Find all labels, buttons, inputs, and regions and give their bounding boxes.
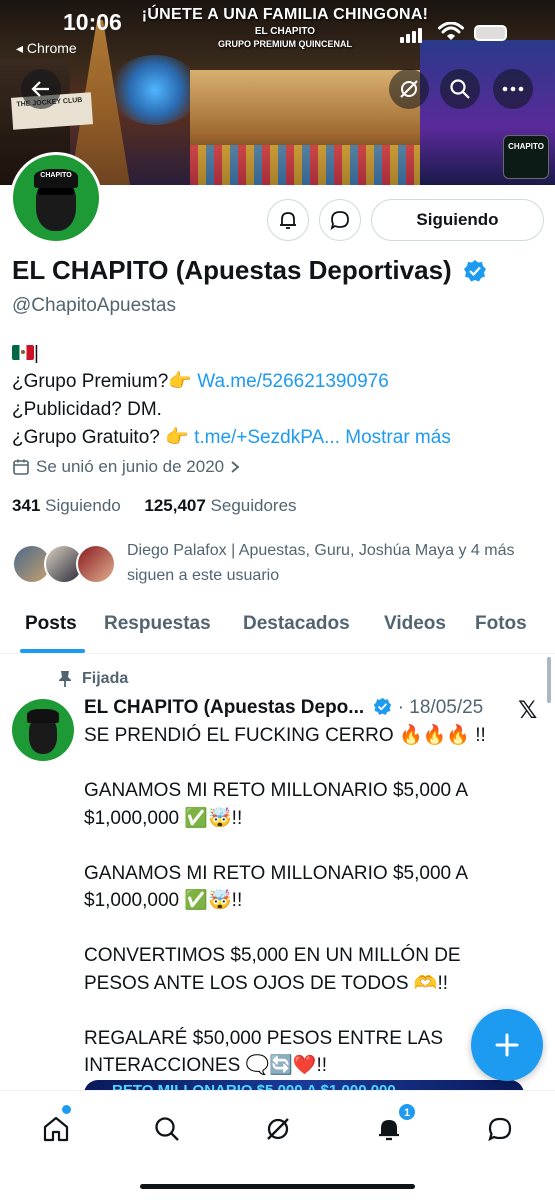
post-author-avatar[interactable] xyxy=(12,699,74,761)
calendar-icon xyxy=(13,459,29,475)
banner-neon-balloon xyxy=(110,55,200,125)
more-icon xyxy=(502,86,524,92)
post-avatar-cap xyxy=(26,708,60,723)
profile-name: EL CHAPITO (Apuestas Deportivas) xyxy=(12,255,487,286)
nav-grok[interactable] xyxy=(258,1109,298,1149)
bio-line-flag: | xyxy=(12,340,451,368)
bio-line-free: ¿Grupo Gratuito? 👉 t.me/+SezdkPA... Most… xyxy=(12,424,451,452)
grok-button[interactable] xyxy=(389,69,429,109)
profile-handle: @ChapitoApuestas xyxy=(12,295,176,316)
post-paragraph: GANAMOS MI RETO MILLONARIO $5,000 A $1,0… xyxy=(84,862,467,912)
follow-counts: 341 Siguiendo 125,407 Seguidores xyxy=(12,496,297,516)
banner-subtitle: EL CHAPITO xyxy=(254,26,316,37)
bio-line-ads: ¿Publicidad? DM. xyxy=(12,399,162,420)
avatar-image: CHAPITO xyxy=(13,155,99,241)
mexico-flag-icon xyxy=(12,345,34,360)
notifications-subscribe-button[interactable] xyxy=(267,199,309,241)
status-time: 10:06 xyxy=(63,9,122,35)
followers-you-know[interactable]: Diego Palafox | Apuestas, Guru, Joshúa M… xyxy=(12,538,547,594)
post-author-name[interactable]: EL CHAPITO (Apuestas Depo... xyxy=(84,697,364,718)
signal-icon xyxy=(400,25,424,43)
followers-label: Seguidores xyxy=(210,496,297,515)
pin-icon xyxy=(59,671,71,687)
banner-logo: CHAPITO xyxy=(503,135,549,179)
following-link[interactable]: 341 Siguiendo xyxy=(12,496,121,515)
compose-button[interactable] xyxy=(471,1009,543,1081)
avatar-glasses xyxy=(37,187,75,196)
tab-replies[interactable]: Respuestas xyxy=(104,613,211,635)
x-logo-icon: 𝕏 xyxy=(518,697,538,724)
tab-videos[interactable]: Videos xyxy=(384,613,446,635)
battery-icon xyxy=(474,25,507,41)
joined-text: Se unió en junio de 2020 xyxy=(36,457,225,476)
avatar-cap-text: CHAPITO xyxy=(40,172,72,180)
back-button[interactable] xyxy=(21,69,61,109)
profile-tabs: Posts Respuestas Destacados Videos Fotos xyxy=(0,606,555,654)
message-button[interactable] xyxy=(319,199,361,241)
show-more-link[interactable]: Mostrar más xyxy=(345,427,451,448)
post-date[interactable]: · 18/05/25 xyxy=(398,697,484,718)
home-icon xyxy=(43,1116,69,1142)
bio-telegram-link[interactable]: t.me/+SezdkPA... xyxy=(194,427,340,448)
search-icon xyxy=(155,1117,179,1141)
wifi-icon xyxy=(438,22,464,40)
nav-messages[interactable] xyxy=(480,1109,520,1149)
post-text: SE PRENDIÓ EL FUCKING CERRO 🔥🔥🔥 !! GANAM… xyxy=(84,722,524,1107)
search-icon xyxy=(450,79,470,99)
post-paragraph: GANAMOS MI RETO MILLONARIO $5,000 A $1,0… xyxy=(84,780,467,829)
pinned-label: Fijada xyxy=(58,670,128,688)
verified-badge-icon xyxy=(463,260,486,282)
chat-bubble-icon xyxy=(488,1117,512,1142)
chat-bubble-icon xyxy=(330,211,349,231)
post-avatar-face xyxy=(28,717,58,754)
home-unread-dot xyxy=(62,1105,71,1114)
tab-highlights[interactable]: Destacados xyxy=(243,613,350,635)
joined-date[interactable]: Se unió en junio de 2020 xyxy=(12,457,240,477)
search-button[interactable] xyxy=(440,69,480,109)
banner-subtitle-2: GRUPO PREMIUM QUINCENAL xyxy=(217,39,352,49)
tab-posts[interactable]: Posts xyxy=(25,613,77,635)
notifications-badge: 1 xyxy=(398,1103,416,1121)
nav-home[interactable] xyxy=(36,1109,76,1149)
chevron-right-icon xyxy=(231,461,240,473)
arrow-left-icon xyxy=(31,81,49,97)
more-button[interactable] xyxy=(493,69,533,109)
home-indicator xyxy=(140,1184,415,1189)
bio-free-text: ¿Grupo Gratuito? 👉 xyxy=(12,427,195,448)
post-header: EL CHAPITO (Apuestas Depo... · 18/05/25 xyxy=(84,697,483,719)
profile-avatar[interactable]: CHAPITO xyxy=(10,152,102,244)
following-label: Siguiendo xyxy=(45,496,121,515)
plus-icon xyxy=(495,1033,519,1057)
post-paragraph: SE PRENDIÓ EL FUCKING CERRO 🔥🔥🔥 !! xyxy=(84,725,486,746)
post-paragraph: CONVERTIMOS $5,000 EN UN MILLÓN DE PESOS… xyxy=(84,945,461,994)
pinned-text: Fijada xyxy=(82,670,129,687)
scrollbar[interactable] xyxy=(547,657,551,703)
bio-whatsapp-link[interactable]: Wa.me/526621390976 xyxy=(197,371,389,392)
grok-icon xyxy=(400,80,418,98)
active-tab-indicator xyxy=(20,649,85,653)
verified-badge-icon xyxy=(374,697,392,715)
followers-count: 125,407 xyxy=(144,496,206,515)
profile-bio: | ¿Grupo Premium?👉 Wa.me/526621390976 ¿P… xyxy=(12,340,451,452)
bio-line-premium: ¿Grupo Premium?👉 Wa.me/526621390976 xyxy=(12,368,451,396)
known-followers-text: Diego Palafox | Apuestas, Guru, Joshúa M… xyxy=(127,542,515,584)
bio-premium-text: ¿Grupo Premium?👉 xyxy=(12,371,198,392)
following-count: 341 xyxy=(12,496,41,515)
back-to-chrome-link[interactable]: ◂ Chrome xyxy=(16,40,77,57)
following-button[interactable]: Siguiendo xyxy=(371,199,544,241)
bell-icon xyxy=(379,1120,399,1141)
post-paragraph: REGALARÉ $50,000 PESOS ENTRE LAS INTERAC… xyxy=(84,1027,444,1077)
profile-name-text: EL CHAPITO (Apuestas Deportivas) xyxy=(12,255,452,285)
followers-link[interactable]: 125,407 Seguidores xyxy=(144,496,296,515)
tab-photos[interactable]: Fotos xyxy=(475,613,527,635)
grok-icon xyxy=(267,1118,289,1140)
banner-hotel xyxy=(190,70,420,185)
status-icons xyxy=(400,22,540,44)
known-follower-avatar xyxy=(76,544,116,584)
bell-plus-icon xyxy=(280,212,296,229)
nav-search[interactable] xyxy=(147,1109,187,1149)
